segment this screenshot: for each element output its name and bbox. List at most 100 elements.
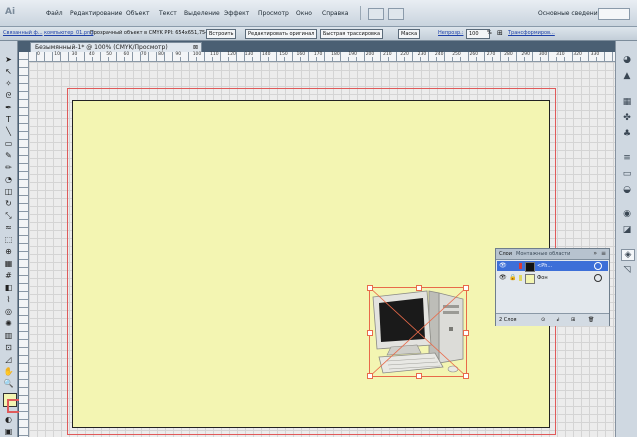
screen-mode-icon[interactable]: ▣ xyxy=(3,427,14,437)
transparency-icon[interactable]: ◒ xyxy=(621,185,633,195)
opacity-label[interactable]: Непрозр.: xyxy=(438,30,463,36)
delete-layer-icon[interactable]: 🗑 xyxy=(588,317,594,323)
selection-bounding-box[interactable] xyxy=(367,285,469,379)
tab-artboards[interactable]: Монтажные области xyxy=(516,251,570,257)
layer-row[interactable]: 👁 🔒 Фон xyxy=(497,273,608,284)
target-icon[interactable] xyxy=(594,262,602,270)
workspace-switcher[interactable]: Основные сведения ▾ xyxy=(538,10,606,17)
menu-help[interactable]: Справка xyxy=(322,10,348,17)
document-tab[interactable]: Безымянный-1* @ 100% (CMYK/Просмотр) ⊠ xyxy=(30,42,202,52)
rectangle-tool-icon[interactable]: ▭ xyxy=(3,139,14,149)
pen-tool-icon[interactable]: ✒ xyxy=(3,103,14,113)
blob-brush-tool-icon[interactable]: ◔ xyxy=(3,175,14,185)
ruler-tick-label: 60 xyxy=(123,52,130,57)
pencil-tool-icon[interactable]: ✏ xyxy=(3,163,14,173)
eyedropper-tool-icon[interactable]: ⌇ xyxy=(3,295,14,305)
resize-handle[interactable] xyxy=(416,373,422,379)
shape-builder-tool-icon[interactable]: ⊕ xyxy=(3,247,14,257)
close-tab-icon[interactable]: ⊠ xyxy=(193,44,198,51)
blend-tool-icon[interactable]: ◎ xyxy=(3,307,14,317)
panel-menu-icon[interactable]: ≡ xyxy=(601,250,606,257)
filename-link[interactable]: компьютер_01.png xyxy=(44,30,93,36)
layer-name[interactable]: <Ph... xyxy=(537,263,552,269)
resize-handle[interactable] xyxy=(367,330,373,336)
align-icon[interactable]: ⊞ xyxy=(497,29,503,37)
linked-file-link[interactable]: Связанный ф... xyxy=(3,30,43,36)
ruler-tick-label: 90 xyxy=(175,52,182,57)
artboard[interactable] xyxy=(72,100,550,428)
mask-button[interactable]: Маска xyxy=(398,29,421,39)
scale-tool-icon[interactable]: ⤡ xyxy=(3,211,14,221)
line-tool-icon[interactable]: ╲ xyxy=(3,127,14,137)
artboard-tool-icon[interactable]: ⊡ xyxy=(3,343,14,353)
gradient-icon[interactable]: ▭ xyxy=(621,169,633,179)
brushes-icon[interactable]: ✤ xyxy=(621,113,633,123)
resize-handle[interactable] xyxy=(463,373,469,379)
brush-tool-icon[interactable]: ✎ xyxy=(3,151,14,161)
free-transform-tool-icon[interactable]: ⬚ xyxy=(3,235,14,245)
lock-icon[interactable]: 🔒 xyxy=(509,274,516,281)
vertical-ruler[interactable] xyxy=(19,52,29,437)
color-icon[interactable]: ◕ xyxy=(621,55,633,65)
warp-tool-icon[interactable]: ≈ xyxy=(3,223,14,233)
zoom-tool-icon[interactable]: 🔍 xyxy=(3,379,14,389)
resize-handle[interactable] xyxy=(367,373,373,379)
mesh-tool-icon[interactable]: # xyxy=(3,271,14,281)
layers-icon[interactable]: ◈ xyxy=(621,249,635,261)
make-clipping-mask-icon[interactable]: ↲ xyxy=(556,317,560,323)
visibility-icon[interactable]: 👁 xyxy=(499,274,507,281)
slice-tool-icon[interactable]: ◿ xyxy=(3,355,14,365)
type-tool-icon[interactable]: T xyxy=(3,115,14,125)
hand-tool-icon[interactable]: ✋ xyxy=(3,367,14,377)
ruler-tick-label: 120 xyxy=(227,52,236,57)
resize-handle[interactable] xyxy=(416,285,422,291)
stroke-icon[interactable]: ≡ xyxy=(621,153,633,163)
graphic-styles-icon[interactable]: ◪ xyxy=(621,225,633,235)
resize-handle[interactable] xyxy=(463,330,469,336)
bridge-icon[interactable] xyxy=(368,8,384,20)
column-graph-tool-icon[interactable]: ▥ xyxy=(3,331,14,341)
lasso-tool-icon[interactable]: ᘓ xyxy=(3,91,14,101)
symbol-sprayer-tool-icon[interactable]: ✺ xyxy=(3,319,14,329)
resize-handle[interactable] xyxy=(367,285,373,291)
menu-file[interactable]: Файл xyxy=(46,10,63,17)
visibility-icon[interactable]: 👁 xyxy=(499,262,507,269)
symbols-icon[interactable]: ♣ xyxy=(621,129,633,139)
search-field[interactable] xyxy=(598,8,630,20)
perspective-grid-tool-icon[interactable]: ▦ xyxy=(3,259,14,269)
horizontal-ruler[interactable]: 0 10 30 40 50 60 70 80 90 100 110 120 130 140 150 160 17… xyxy=(29,52,615,62)
menu-edit[interactable]: Редактирование xyxy=(70,10,122,17)
appearance-icon[interactable]: ◉ xyxy=(621,209,633,219)
menu-window[interactable]: Окно xyxy=(296,10,312,17)
menu-object[interactable]: Объект xyxy=(126,10,149,17)
selection-tool-icon[interactable]: ➤ xyxy=(3,55,14,65)
menu-text[interactable]: Текст xyxy=(159,10,177,17)
layer-count: 2 Слоя xyxy=(499,317,517,323)
arrange-documents-icon[interactable] xyxy=(388,8,404,20)
resize-handle[interactable] xyxy=(463,285,469,291)
swatches-icon[interactable]: ▦ xyxy=(621,97,633,107)
direct-selection-tool-icon[interactable]: ↖ xyxy=(3,67,14,77)
edit-original-button[interactable]: Редактировать оригинал xyxy=(245,29,318,39)
menu-view[interactable]: Просмотр xyxy=(258,10,289,17)
artboards-icon[interactable]: ◹ xyxy=(621,265,633,275)
live-trace-button[interactable]: Быстрая трассировка xyxy=(320,29,384,39)
layers-panel-header: Слои Монтажные области » ≡ xyxy=(496,249,609,260)
drawing-mode-icon[interactable]: ◐ xyxy=(3,415,14,425)
locate-object-icon[interactable]: ⊙ xyxy=(541,317,545,323)
panel-collapse-icon[interactable]: » xyxy=(593,250,597,257)
layer-name[interactable]: Фон xyxy=(537,275,548,281)
rotate-tool-icon[interactable]: ↻ xyxy=(3,199,14,209)
new-layer-icon[interactable]: ⊞ xyxy=(571,317,575,323)
layer-row[interactable]: 👁 <Ph... xyxy=(497,261,608,272)
tab-layers[interactable]: Слои xyxy=(499,251,512,257)
magic-wand-tool-icon[interactable]: ✧ xyxy=(3,79,14,89)
color-guide-icon[interactable]: ▲ xyxy=(621,71,633,81)
menu-select[interactable]: Выделение xyxy=(184,10,220,17)
menu-effect[interactable]: Эффект xyxy=(224,10,249,17)
embed-button[interactable]: Встроить xyxy=(206,29,237,39)
eraser-tool-icon[interactable]: ◫ xyxy=(3,187,14,197)
target-icon[interactable] xyxy=(594,274,602,282)
gradient-tool-icon[interactable]: ◧ xyxy=(3,283,14,293)
transform-link[interactable]: Трансформиров... xyxy=(508,30,555,36)
